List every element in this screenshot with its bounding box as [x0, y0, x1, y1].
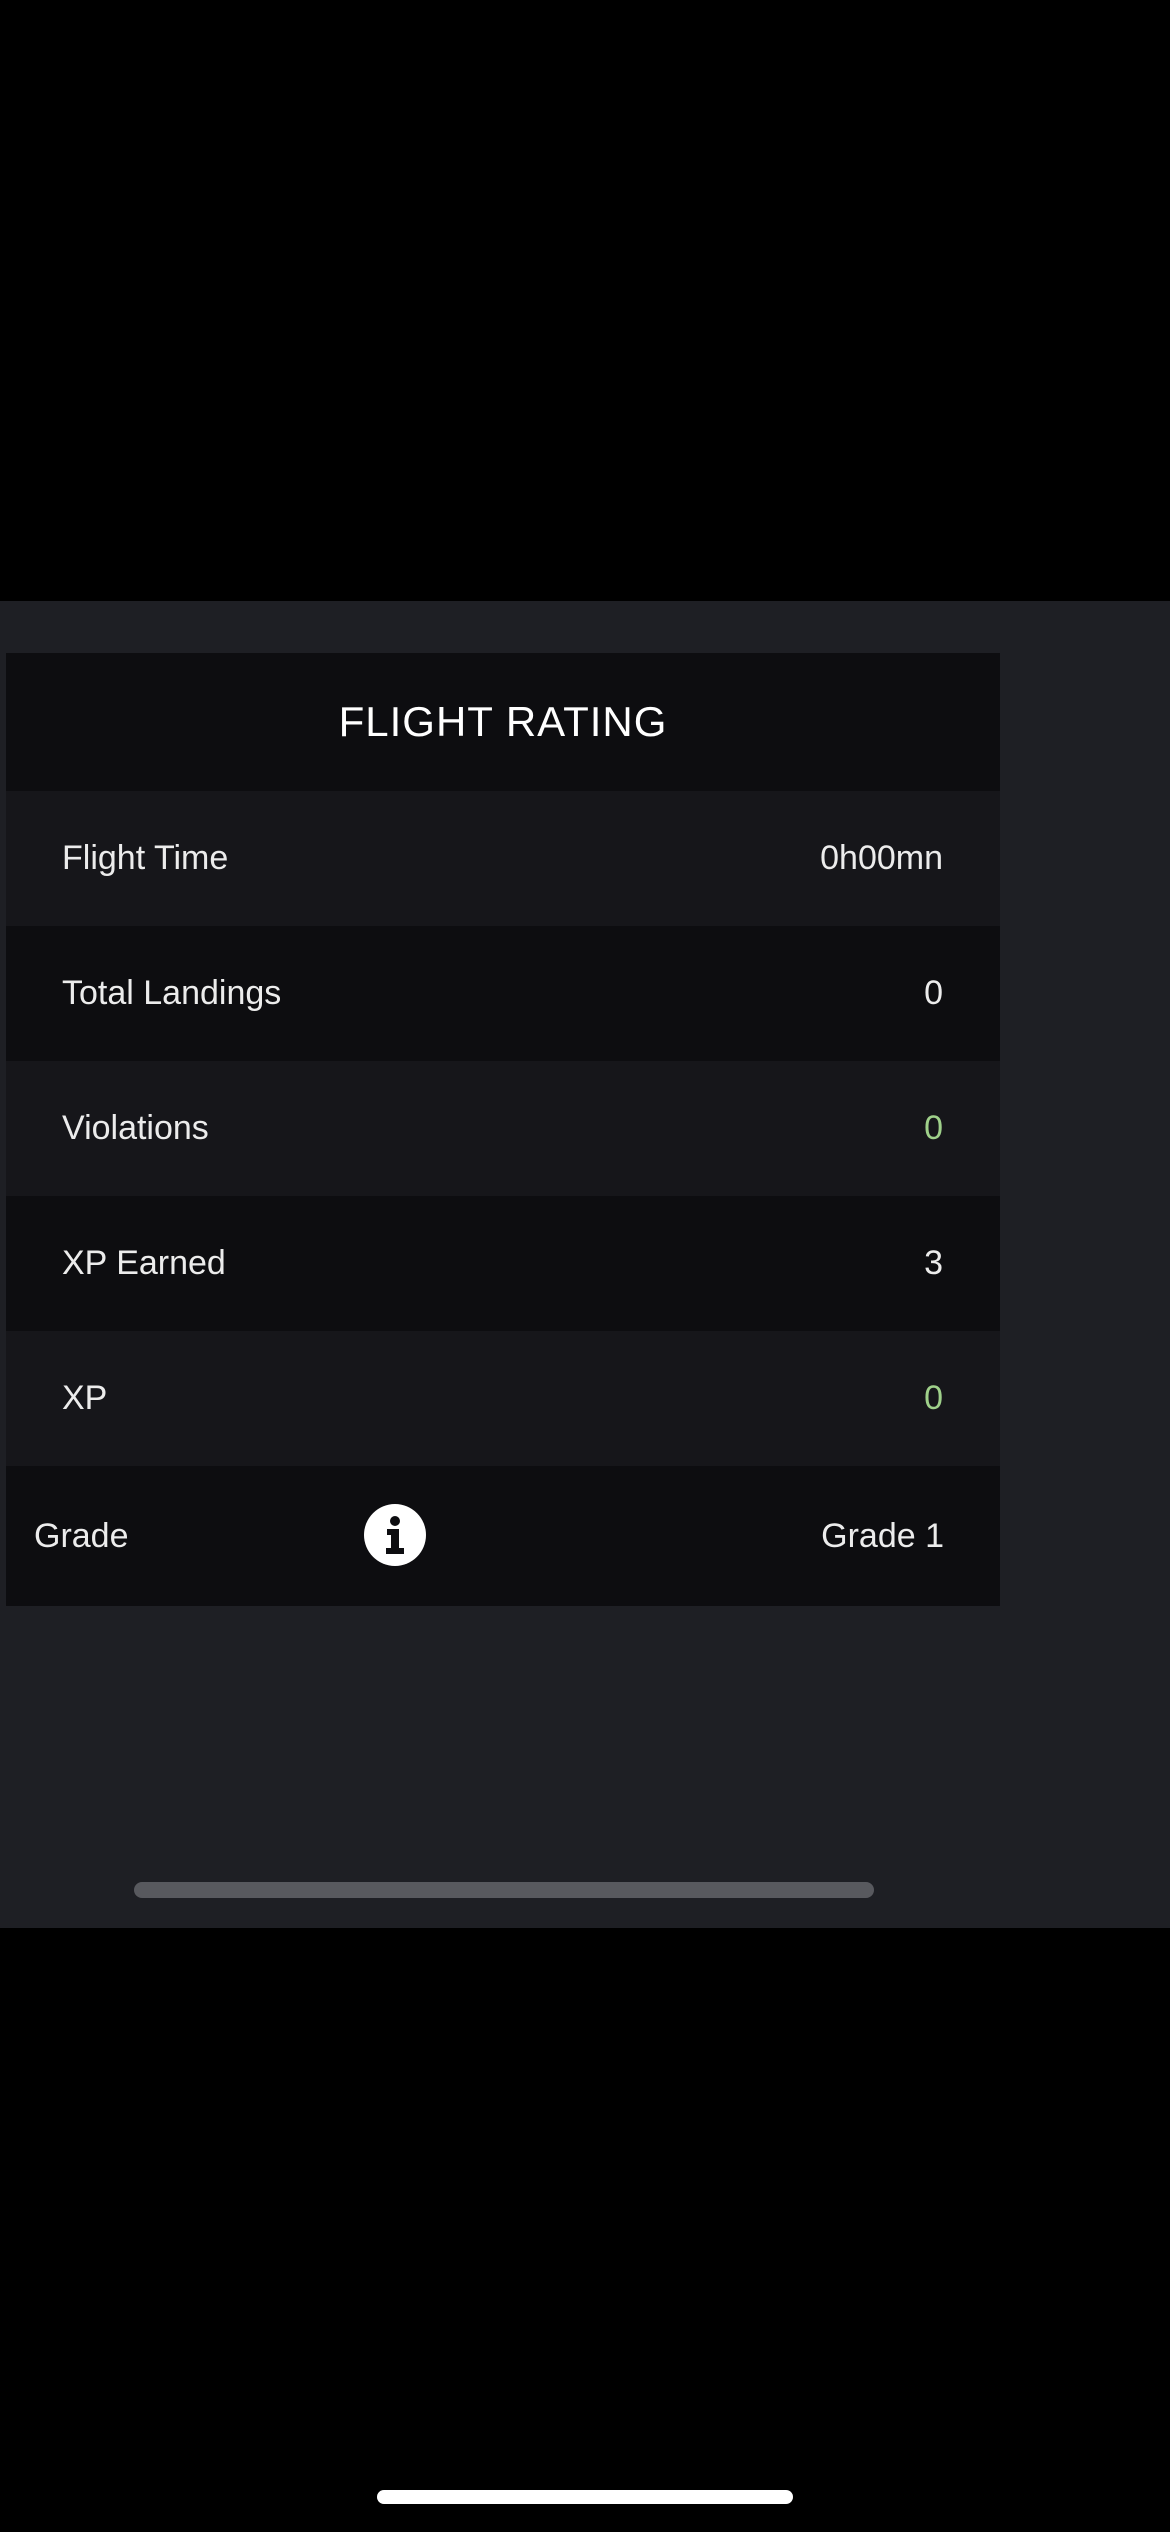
flight-rating-card: FLIGHT RATING Flight Time 0h00mn Total L…: [6, 653, 1000, 1606]
home-indicator[interactable]: [377, 2490, 793, 2504]
row-value: 0: [924, 1379, 943, 1417]
row-value: 3: [924, 1244, 943, 1282]
row-value: 0: [924, 974, 943, 1012]
horizontal-scrollbar[interactable]: [134, 1882, 874, 1898]
grade-label: Grade: [34, 1516, 129, 1555]
row-value: 0: [924, 1109, 943, 1147]
info-glyph: [386, 1516, 404, 1554]
grade-value: Grade 1: [821, 1516, 944, 1555]
row-xp-earned: XP Earned 3: [6, 1196, 1000, 1331]
card-title: FLIGHT RATING: [6, 653, 1000, 791]
row-label: Violations: [62, 1109, 209, 1147]
row-grade: Grade Grade 1: [6, 1466, 1000, 1606]
row-xp: XP 0: [6, 1331, 1000, 1466]
row-value: 0h00mn: [820, 839, 943, 877]
row-label: Flight Time: [62, 839, 229, 877]
row-flight-time: Flight Time 0h00mn: [6, 791, 1000, 926]
row-violations: Violations 0: [6, 1061, 1000, 1196]
flight-rating-panel: FLIGHT RATING Flight Time 0h00mn Total L…: [0, 601, 1170, 1928]
row-label: XP Earned: [62, 1244, 226, 1282]
row-label: XP: [62, 1379, 108, 1417]
screen: FLIGHT RATING Flight Time 0h00mn Total L…: [0, 0, 1170, 2532]
row-total-landings: Total Landings 0: [6, 926, 1000, 1061]
info-icon[interactable]: [364, 1504, 426, 1566]
row-label: Total Landings: [62, 974, 282, 1012]
